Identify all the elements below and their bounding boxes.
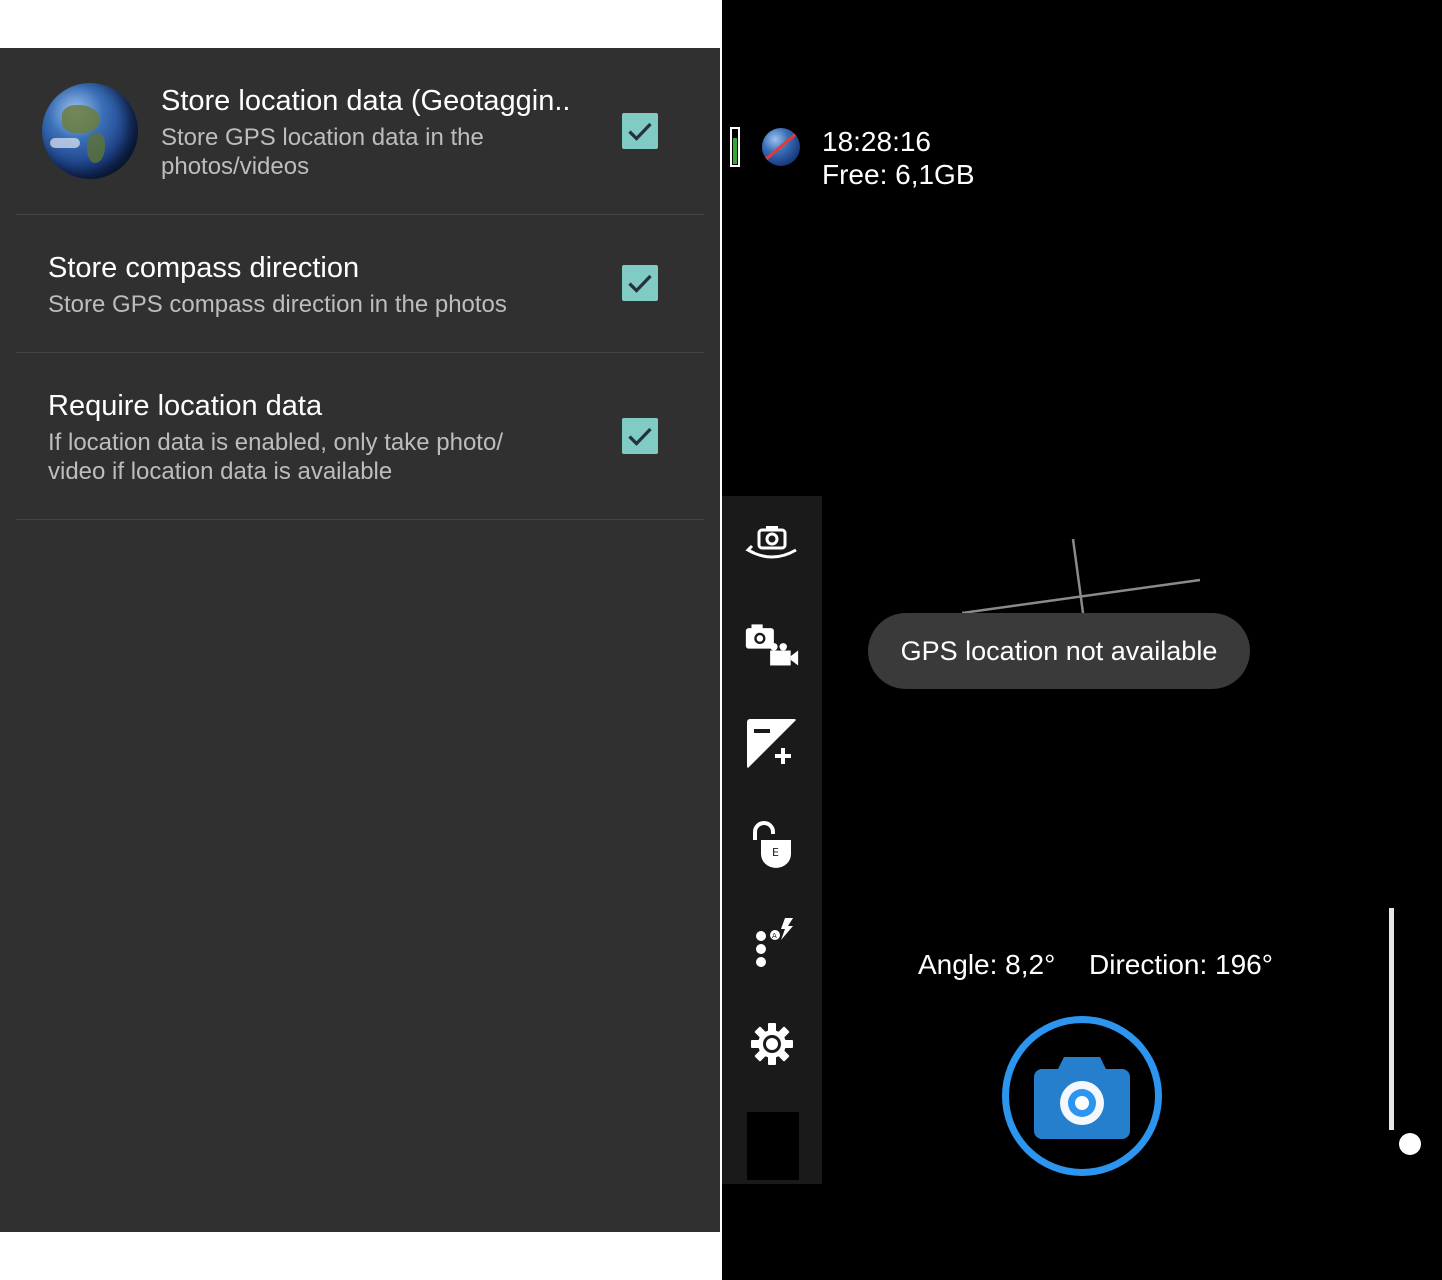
pref-summary: Store GPS location data in the photos/vi… [161,124,484,180]
pref-store-location[interactable]: Store location data (Geotaggin.. Store G… [16,48,704,215]
clock-text: 18:28:16 [822,126,931,157]
camera-toolbar: E A [722,496,822,1184]
pref-title: Store location data (Geotaggin.. [161,85,571,117]
exposure-lock-icon: E [753,821,791,868]
popup-menu-flash-auto-icon: A [756,918,793,967]
location-unavailable-globe-icon [762,128,800,166]
zoom-slider-knob[interactable] [1399,1133,1421,1155]
checkmark-icon [628,427,652,446]
pref-title: Store compass direction [48,252,360,284]
direction-readout: Direction: 196° [1089,949,1273,980]
shutter-button[interactable] [1002,1016,1162,1176]
svg-text:A: A [772,932,777,940]
settings-panel: Store location data (Geotaggin.. Store G… [0,48,720,1232]
camera-view[interactable]: 18:28:16 Free: 6,1GB E A GPS location no… [722,0,1442,1280]
pref-title: Require location data [48,390,323,422]
switch-camera-button[interactable] [744,516,800,572]
battery-icon [730,127,740,167]
pref-store-compass[interactable]: Store compass direction Store GPS compas… [16,215,704,353]
exposure-compensation-icon [747,719,797,769]
pref-checkbox[interactable] [622,265,658,301]
pref-summary: Store GPS compass direction in the photo… [48,291,507,318]
gps-toast: GPS location not available [868,613,1250,689]
photo-video-toggle-icon [745,624,799,666]
checkmark-icon [628,122,652,141]
popup-menu-button[interactable]: A [744,916,800,972]
checkmark-icon [628,274,652,293]
photo-video-toggle-button[interactable] [744,616,800,672]
switch-camera-icon [745,526,797,559]
gallery-thumbnail[interactable] [747,1112,799,1180]
pref-require-location[interactable]: Require location data If location data i… [16,353,704,520]
svg-text:E: E [772,846,779,859]
earth-globe-icon [42,83,138,179]
settings-gear-icon [751,1023,793,1065]
free-storage-text: Free: 6,1GB [822,159,975,190]
exposure-lock-button[interactable]: E [744,816,800,872]
pref-summary: If location data is enabled, only take p… [48,429,503,485]
zoom-slider-track[interactable] [1389,908,1394,1130]
pref-checkbox[interactable] [622,113,658,149]
angle-readout: Angle: 8,2° [918,949,1056,980]
camera-icon [1034,1057,1130,1139]
settings-button[interactable] [744,1016,800,1072]
exposure-compensation-button[interactable] [744,716,800,772]
pref-checkbox[interactable] [622,418,658,454]
